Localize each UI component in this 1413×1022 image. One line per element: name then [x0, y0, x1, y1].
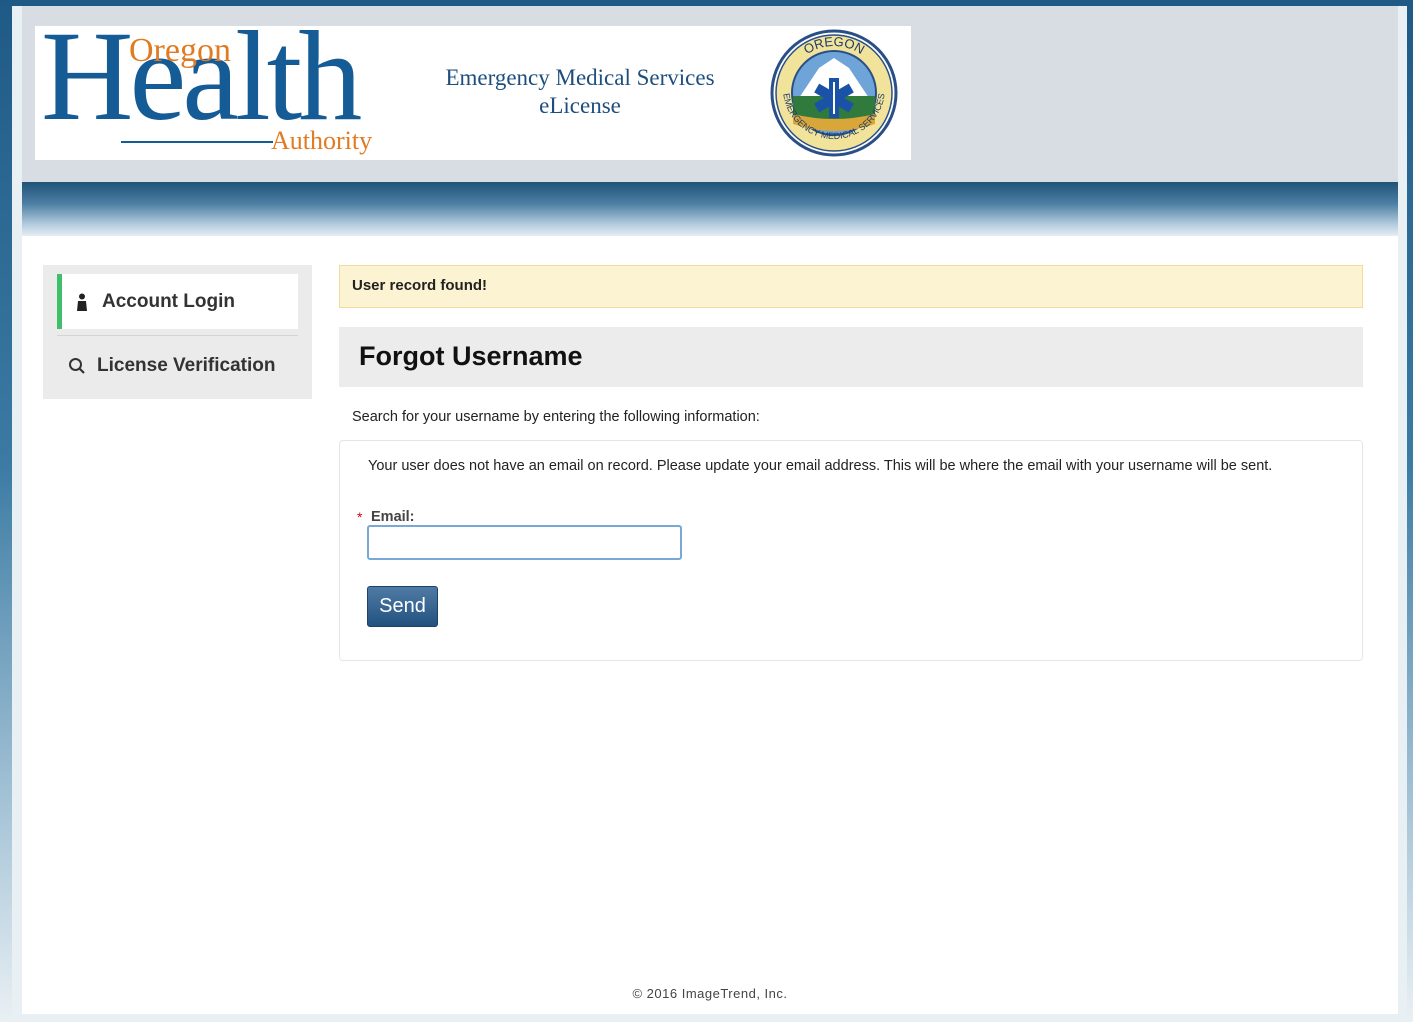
email-missing-message: Your user does not have an email on reco… — [368, 458, 1273, 474]
logo-authority-text: Authority — [271, 126, 373, 155]
banner-title: Emergency Medical Services eLicense — [415, 64, 745, 120]
sidebar-item-label: License Verification — [97, 354, 276, 376]
search-icon — [57, 357, 97, 375]
intro-text: Search for your username by entering the… — [352, 409, 760, 425]
user-icon — [62, 293, 102, 311]
send-button[interactable]: Send — [367, 586, 438, 627]
banner: Health Oregon Authority Emergency Medica… — [35, 12, 911, 160]
logo-oregon-text: Oregon — [129, 32, 231, 69]
page-title-bar: Forgot Username — [339, 327, 1363, 387]
sidebar: Account Login License Verification — [43, 265, 312, 399]
footer-copyright: © 2016 ImageTrend, Inc. — [632, 986, 788, 1001]
sidebar-item-license-verification[interactable]: License Verification — [57, 338, 298, 393]
page-title: Forgot Username — [359, 341, 583, 371]
oregon-ems-seal-icon: OREGON EMERGENCY MEDICAL SERVICES — [770, 29, 898, 157]
banner-title-line1: Emergency Medical Services — [445, 65, 715, 90]
email-label: Email: — [371, 509, 415, 525]
logo-underline — [121, 141, 273, 143]
nav-bar — [22, 182, 1398, 236]
email-field[interactable] — [367, 525, 682, 560]
form-panel: Your user does not have an email on reco… — [339, 440, 1363, 661]
sidebar-item-label: Account Login — [102, 290, 235, 312]
status-alert: User record found! — [339, 265, 1363, 308]
page: Health Oregon Authority Emergency Medica… — [22, 6, 1398, 1014]
header: Health Oregon Authority Emergency Medica… — [22, 6, 1398, 182]
sidebar-item-account-login[interactable]: Account Login — [57, 274, 298, 329]
banner-title-line2: eLicense — [539, 93, 621, 118]
required-asterisk: * — [357, 509, 363, 525]
oha-logo: Health Oregon Authority — [41, 12, 381, 160]
sidebar-divider — [57, 335, 298, 336]
